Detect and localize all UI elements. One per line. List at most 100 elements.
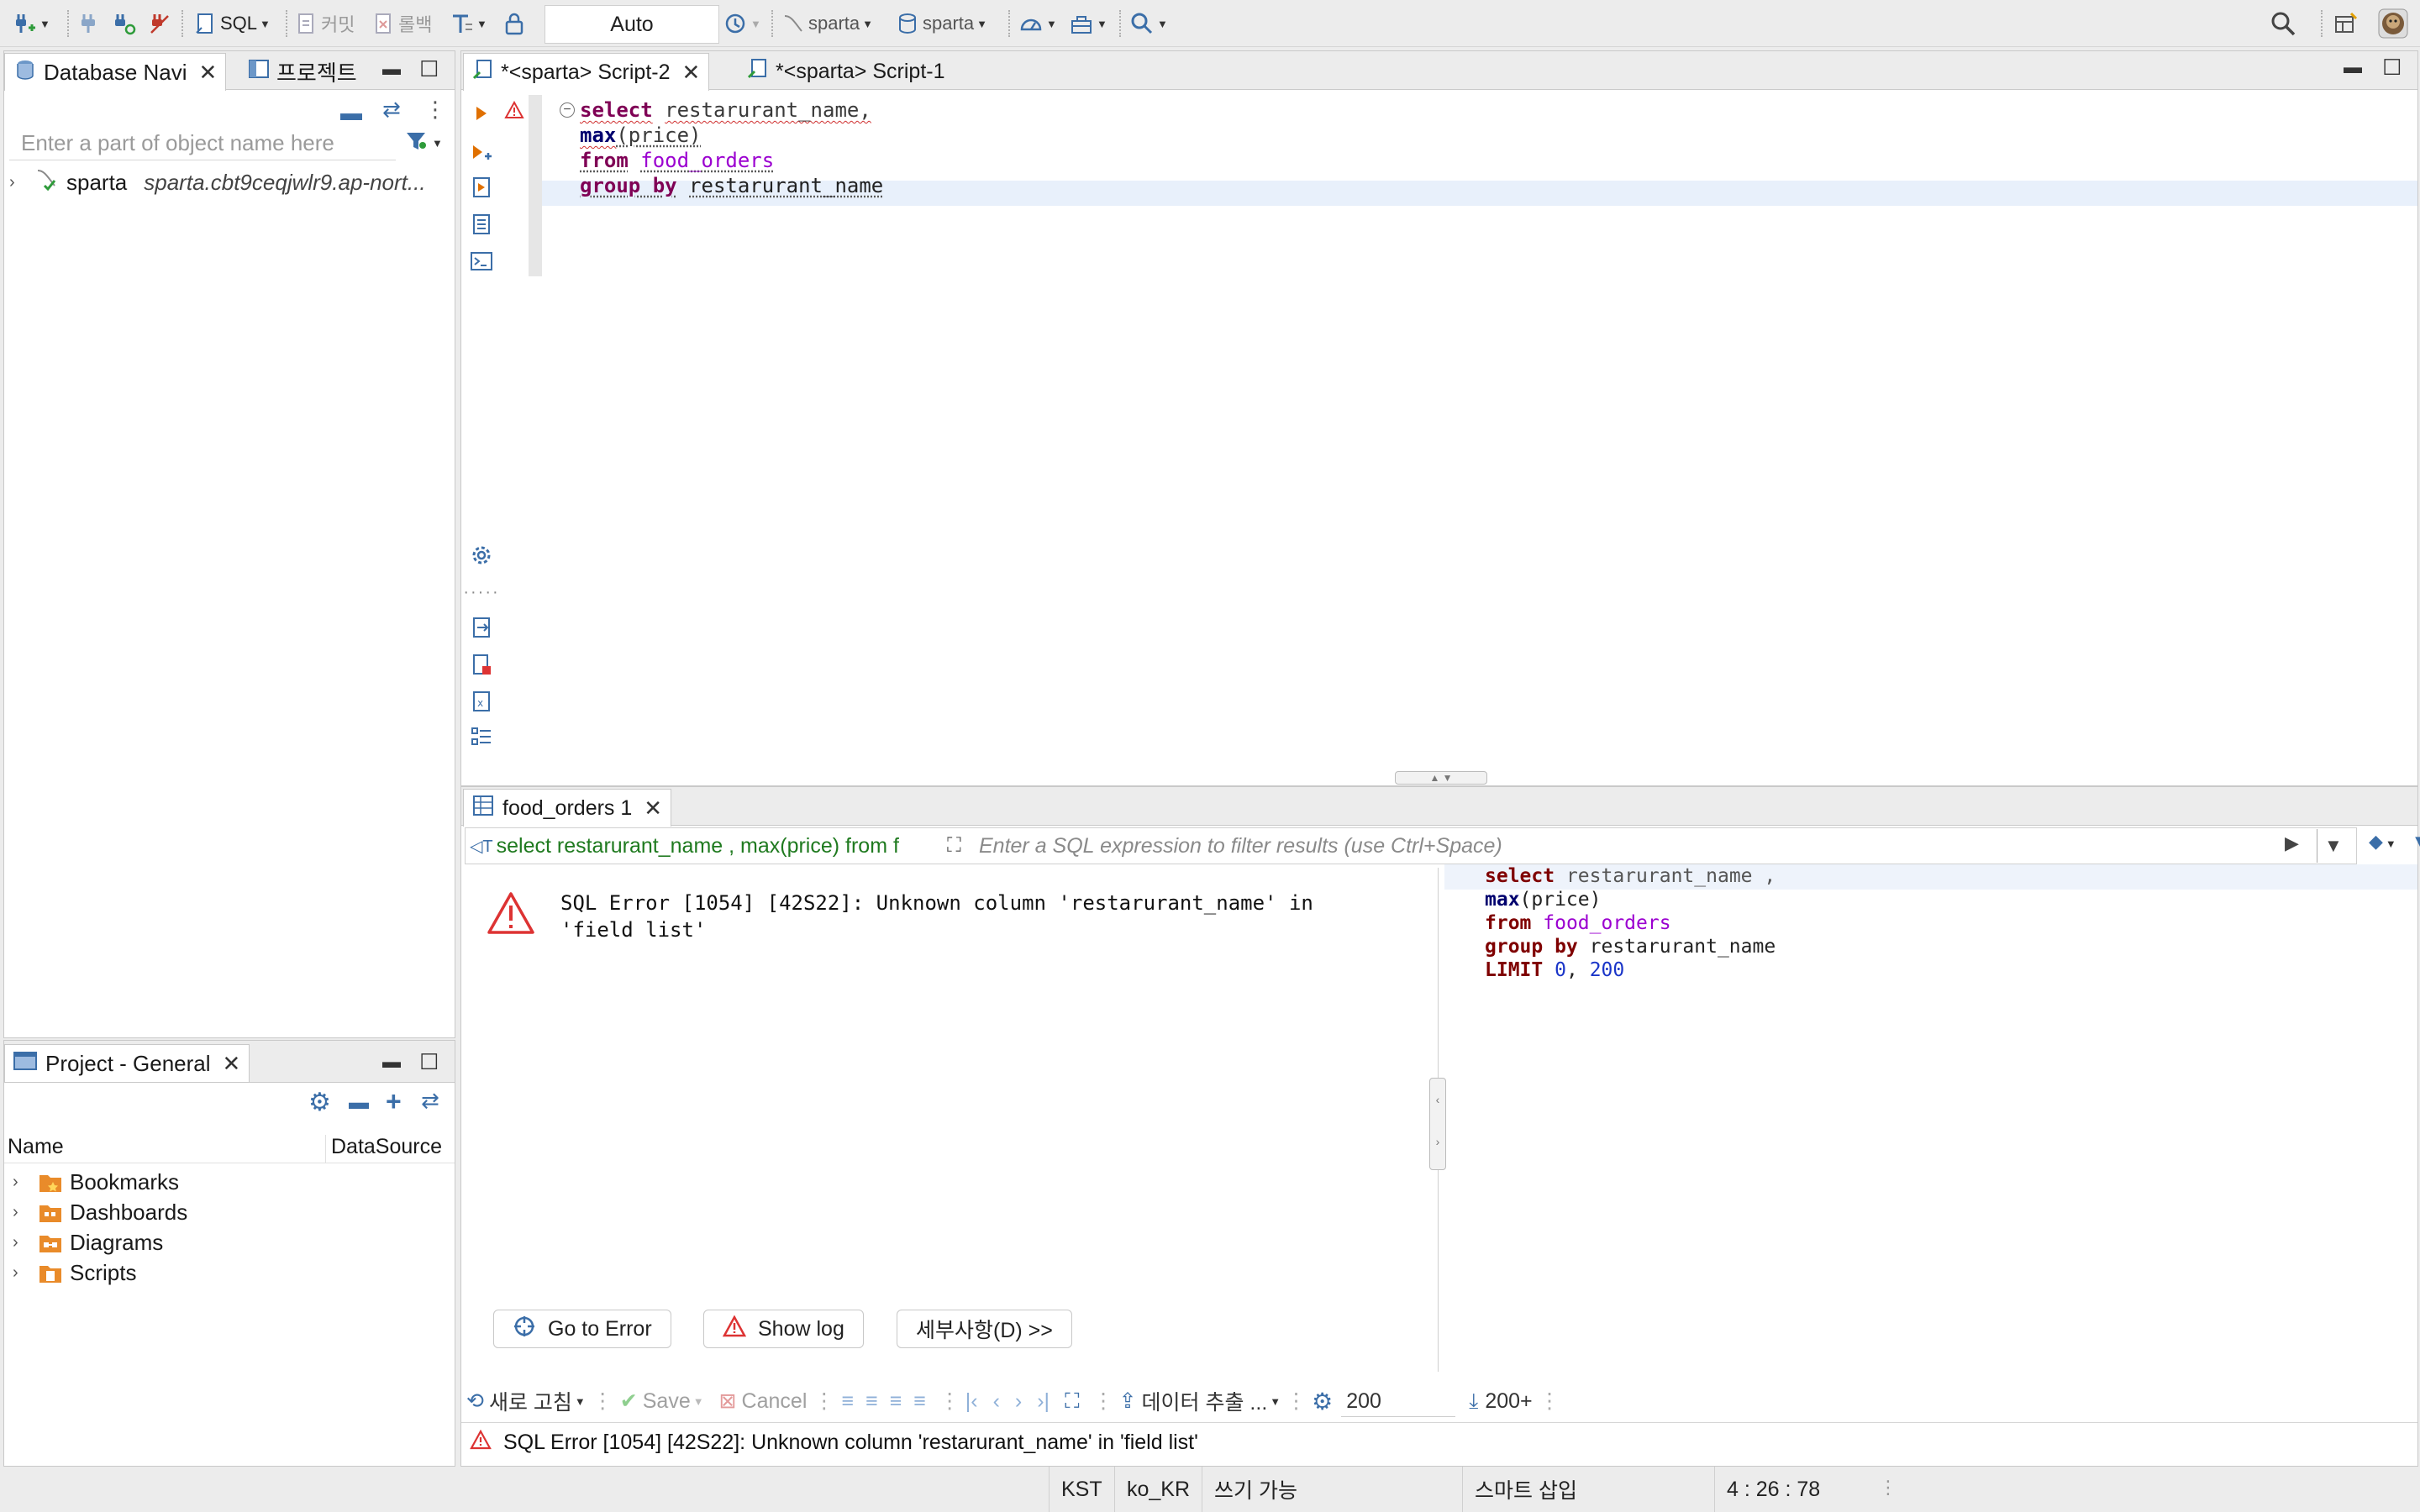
close-icon[interactable]: ✕ xyxy=(682,60,701,86)
tools-button[interactable]: ▼ xyxy=(1069,7,1107,40)
maximize-icon[interactable]: ☐ xyxy=(2382,55,2402,81)
export-icon[interactable] xyxy=(469,615,494,640)
tab-projects[interactable]: 프로젝트 xyxy=(239,53,366,90)
rollback-button[interactable]: 롤백 xyxy=(373,7,432,40)
link-with-editor-icon[interactable]: ⇄ xyxy=(382,97,401,123)
collapse-all-icon[interactable]: ▬ xyxy=(349,1091,369,1115)
chevron-right-icon[interactable]: › xyxy=(13,1233,38,1252)
gear-icon[interactable]: ⚙ xyxy=(308,1088,331,1117)
terminal-icon[interactable] xyxy=(469,249,494,274)
gear-icon[interactable]: ⚙ xyxy=(1312,1388,1333,1415)
tab-project-general[interactable]: Project - General ✕ xyxy=(4,1044,250,1082)
fit-columns-icon[interactable]: ⛶ xyxy=(1065,1389,1080,1414)
keyword-group-by: group by xyxy=(580,174,677,197)
chevron-right-icon[interactable]: › xyxy=(13,1203,38,1222)
tab-label: 프로젝트 xyxy=(276,60,357,86)
split-toggle-handle[interactable]: ‹ › xyxy=(1429,1078,1446,1170)
object-filter-input[interactable]: Enter a part of object name here xyxy=(9,127,396,160)
eraser-icon[interactable]: ◆ ▼ xyxy=(2369,831,2396,853)
outline-icon[interactable] xyxy=(469,724,494,749)
column-header-datasource[interactable]: DataSource xyxy=(325,1135,442,1163)
global-search-button[interactable] xyxy=(2269,7,2297,40)
error-log-icon[interactable] xyxy=(469,652,494,677)
delete-row-icon[interactable]: ≡ xyxy=(913,1389,926,1414)
refresh-button[interactable]: ⟲ 새로 고침 ▼ xyxy=(466,1386,586,1416)
execute-new-tab-icon[interactable] xyxy=(469,175,494,200)
export-data-button[interactable]: ⇪ 데이터 추출 ... ▼ xyxy=(1119,1386,1281,1416)
panel-resize-handle[interactable]: ▲ ▼ xyxy=(1395,771,1487,785)
history-button[interactable]: ▼ xyxy=(723,7,761,40)
project-item-bookmarks[interactable]: › Bookmarks xyxy=(13,1167,179,1197)
transaction-mode-button[interactable]: ▼ xyxy=(450,7,487,40)
sql-editor-button[interactable]: SQL ▼ xyxy=(195,7,271,40)
connection-tree-item[interactable]: › sparta sparta.cbt9ceqjwlr9.ap-nort... xyxy=(9,165,426,199)
first-page-icon[interactable]: |‹ xyxy=(965,1389,978,1414)
link-with-editor-icon[interactable]: ⇄ xyxy=(421,1088,439,1114)
maximize-icon[interactable]: ☐ xyxy=(419,56,439,82)
show-log-button[interactable]: Show log xyxy=(703,1310,864,1348)
fetch-size-input[interactable]: 200 xyxy=(1341,1385,1456,1417)
maximize-icon[interactable]: ☐ xyxy=(419,1049,439,1075)
new-connection-button[interactable]: ▼ xyxy=(12,7,50,40)
column-header-name[interactable]: Name xyxy=(8,1135,64,1159)
query-preview[interactable]: ◁T select restarurant_name , max(price) … xyxy=(470,831,940,861)
apply-filter-icon[interactable]: ▶ xyxy=(2285,832,2299,854)
filter-funnel-icon[interactable]: ▼▼ xyxy=(2412,831,2420,853)
minimize-icon[interactable]: ▬ xyxy=(2344,56,2362,78)
chevron-right-icon[interactable]: › xyxy=(13,1263,38,1283)
expand-filter-icon[interactable]: ⛶ xyxy=(947,831,972,861)
disconnect-button[interactable] xyxy=(148,7,171,40)
close-icon[interactable]: ✕ xyxy=(199,60,218,86)
view-menu-icon[interactable]: ⋮ xyxy=(424,97,446,123)
results-filter-input[interactable]: Enter a SQL expression to filter results… xyxy=(979,831,1502,861)
open-perspective-button[interactable] xyxy=(2333,7,2360,40)
collapse-all-icon[interactable]: ▬ xyxy=(340,100,362,126)
tab-script-2[interactable]: *<sparta> Script-2 ✕ xyxy=(463,53,710,91)
reconnect-button[interactable] xyxy=(111,7,136,40)
details-button[interactable]: 세부사항(D) >> xyxy=(897,1310,1072,1348)
dbeaver-perspective-button[interactable] xyxy=(2378,7,2408,40)
last-page-icon[interactable]: ›| xyxy=(1037,1389,1050,1414)
save-button[interactable]: ✔ Save ▼ xyxy=(620,1389,704,1414)
execute-script-icon[interactable] xyxy=(469,141,494,166)
execute-statement-icon[interactable] xyxy=(469,101,494,126)
variables-icon[interactable]: x xyxy=(469,689,494,714)
transaction-mode-field[interactable]: Auto xyxy=(544,5,719,44)
chevron-right-icon[interactable]: › xyxy=(9,173,34,192)
filter-history-dropdown[interactable]: ▼ xyxy=(2317,829,2343,863)
explain-plan-icon[interactable] xyxy=(469,212,494,237)
add-row-icon[interactable]: ≡ xyxy=(865,1389,878,1414)
close-icon[interactable]: ✕ xyxy=(644,795,662,822)
chevron-right-icon[interactable]: › xyxy=(13,1173,38,1192)
tab-database-navigator[interactable]: Database Navi ✕ xyxy=(4,53,227,91)
sql-code-area[interactable]: select restarurant_name, max(price) from… xyxy=(580,97,883,198)
close-icon[interactable]: ✕ xyxy=(223,1051,241,1077)
tab-results-food-orders[interactable]: food_orders 1 ✕ xyxy=(463,789,672,827)
copy-row-icon[interactable]: ≡ xyxy=(890,1389,902,1414)
next-page-icon[interactable]: › xyxy=(1015,1389,1022,1414)
gear-icon[interactable] xyxy=(469,543,494,568)
go-to-error-button[interactable]: Go to Error xyxy=(493,1310,671,1348)
project-item-scripts[interactable]: › Scripts xyxy=(13,1257,136,1288)
project-item-diagrams[interactable]: › Diagrams xyxy=(13,1227,163,1257)
minimize-icon[interactable]: ▬ xyxy=(382,58,401,80)
project-icon xyxy=(13,1050,37,1078)
fold-collapse-icon[interactable]: − xyxy=(560,102,575,118)
column-identifier: restarurant_name xyxy=(689,174,884,197)
dashboard-button[interactable]: ▼ xyxy=(1018,7,1057,40)
minimize-icon[interactable]: ▬ xyxy=(382,1051,401,1073)
lock-button[interactable] xyxy=(502,7,526,40)
project-item-dashboards[interactable]: › Dashboards xyxy=(13,1197,187,1227)
commit-button[interactable]: 커밋 xyxy=(296,7,355,40)
edit-row-icon[interactable]: ≡ xyxy=(841,1389,854,1414)
connect-button[interactable] xyxy=(77,7,99,40)
add-icon[interactable]: + xyxy=(386,1086,402,1117)
active-datasource-selector[interactable]: sparta ▼ xyxy=(781,7,873,40)
fetch-more-button[interactable]: ⤓ 200+ xyxy=(1469,1389,1532,1414)
active-schema-selector[interactable]: sparta ▼ xyxy=(896,7,987,40)
tab-script-1[interactable]: *<sparta> Script-1 xyxy=(739,53,954,90)
search-button[interactable]: ▼ xyxy=(1129,7,1168,40)
filter-options-button[interactable]: ▼ xyxy=(404,129,443,158)
prev-page-icon[interactable]: ‹ xyxy=(993,1389,1000,1414)
cancel-button[interactable]: ⊠ Cancel xyxy=(719,1389,808,1414)
